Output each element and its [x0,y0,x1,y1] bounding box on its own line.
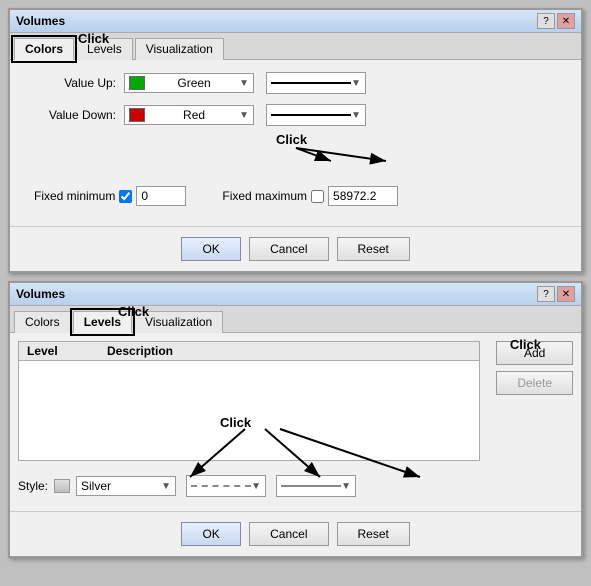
tabs-2: Colors Levels Visualization [10,306,581,333]
levels-table: Level Description [18,341,480,461]
delete-button[interactable]: Delete [496,371,573,395]
ok-button-2[interactable]: OK [181,522,241,546]
silver-color-indicator [54,479,70,493]
value-down-select[interactable]: Red ▼ [124,105,254,125]
style-dropdown-icon: ▼ [161,481,171,492]
help-button-2[interactable]: ? [537,286,555,302]
cancel-button-1[interactable]: Cancel [249,237,328,261]
add-button[interactable]: Add [496,341,573,365]
style-line-dropdown-2-icon: ▼ [341,481,351,492]
close-button-1[interactable]: ✕ [557,13,575,29]
style-row: Style: Silver ▼ ▼ ▼ [10,469,581,503]
fixed-min-checkbox[interactable] [119,190,132,203]
dialog-2-content: Level Description Add Delete [10,333,581,469]
green-color-indicator [129,76,145,90]
table-header: Level Description [19,342,479,361]
line-down-dropdown-icon: ▼ [351,110,361,121]
table-section: Level Description [10,333,488,469]
ok-button-1[interactable]: OK [181,237,241,261]
fixed-max-input[interactable] [328,186,398,206]
fixed-min-input[interactable] [136,186,186,206]
reset-button-1[interactable]: Reset [337,237,410,261]
value-up-color-label: Green [177,76,210,90]
value-down-line-select[interactable]: ▼ [266,104,366,126]
dialog-2-title: Volumes [16,287,65,301]
value-up-row: Value Up: Green ▼ ▼ [26,72,565,94]
dialog-2: Volumes ? ✕ Click Colors Levels Visualiz… [8,281,583,558]
tabs-1: Colors Levels Visualization [10,33,581,60]
style-label: Style: [18,479,48,493]
red-color-indicator [129,108,145,122]
cancel-button-2[interactable]: Cancel [249,522,328,546]
close-button-2[interactable]: ✕ [557,286,575,302]
line-preview-down [271,114,351,116]
reset-button-2[interactable]: Reset [337,522,410,546]
dialog-2-button-row: OK Cancel Reset [10,511,581,556]
tab-levels-2[interactable]: Levels [73,311,132,333]
fixed-max-checkbox[interactable] [311,190,324,203]
value-down-row: Value Down: Red ▼ ▼ [26,104,565,126]
line-preview-up [271,82,351,84]
style-select[interactable]: Silver ▼ [76,476,176,496]
tab-colors-1[interactable]: Colors [14,38,74,60]
dialog-1: Volumes ? ✕ Click Colors Levels Visualiz… [8,8,583,273]
dialog-1-button-row: OK Cancel Reset [10,226,581,271]
style-section: Style: Silver ▼ ▼ ▼ [10,469,581,503]
fixed-max-label: Fixed maximum [222,189,307,203]
tab-visualization-1[interactable]: Visualization [135,38,224,60]
dialog-1-title: Volumes [16,14,65,28]
line-up-dropdown-icon: ▼ [351,78,361,89]
value-down-dropdown-icon: ▼ [239,110,249,121]
title-controls-1: ? ✕ [537,13,575,29]
value-up-select[interactable]: Green ▼ [124,73,254,93]
value-up-line-select[interactable]: ▼ [266,72,366,94]
title-controls-2: ? ✕ [537,286,575,302]
tab-levels-1[interactable]: Levels [76,38,133,60]
fixed-max-group: Fixed maximum [222,186,398,206]
title-bar-1: Volumes ? ✕ [10,10,581,33]
col-description-header: Description [103,344,183,358]
value-down-color-label: Red [183,108,205,122]
value-down-label: Value Down: [26,108,116,122]
fixed-min-group: Fixed minimum [34,186,186,206]
fixed-min-label: Fixed minimum [34,189,115,203]
value-up-dropdown-icon: ▼ [239,78,249,89]
style-line-dropdown-1-icon: ▼ [251,481,261,492]
value-up-label: Value Up: [26,76,116,90]
dialog-1-content: Value Up: Green ▼ ▼ Value Down: Red [10,60,581,218]
help-button-1[interactable]: ? [537,13,555,29]
solid-line-preview [281,485,341,487]
dashed-line-preview [191,485,251,487]
svg-text:Click: Click [276,132,308,147]
style-color-label: Silver [81,479,111,493]
style-line-select-1[interactable]: ▼ [186,475,266,497]
tab-colors-2[interactable]: Colors [14,311,71,333]
side-buttons: Add Delete [488,333,581,469]
col-level-header: Level [23,344,103,358]
title-bar-2: Volumes ? ✕ [10,283,581,306]
style-line-select-2[interactable]: ▼ [276,475,356,497]
tab-visualization-2[interactable]: Visualization [134,311,223,333]
fixed-section: Fixed minimum Fixed maximum [26,186,565,206]
